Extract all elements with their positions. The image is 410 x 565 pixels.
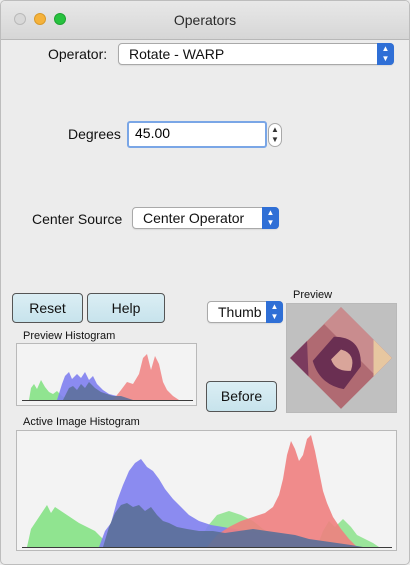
stepper-up-icon[interactable]: ▲	[271, 125, 279, 134]
active-image-histogram	[16, 430, 397, 551]
center-source-select[interactable]: Center Operator ▲ ▼	[132, 207, 279, 229]
center-source-select-value: Center Operator	[143, 210, 245, 226]
degrees-input[interactable]: 45.00	[127, 121, 267, 148]
before-button[interactable]: Before	[206, 381, 277, 412]
preview-histogram-chart	[22, 354, 193, 401]
window-title: Operators	[173, 12, 237, 28]
degrees-label: Degrees	[68, 126, 121, 142]
chevron-updown-icon: ▲ ▼	[377, 43, 394, 65]
stepper-down-icon[interactable]: ▼	[271, 135, 279, 144]
chevron-updown-icon: ▲ ▼	[262, 207, 279, 229]
preview-image	[287, 304, 396, 412]
active-histogram-label: Active Image Histogram	[23, 416, 140, 428]
operators-window: Operators Operator: Rotate - WARP ▲ ▼ Deg…	[0, 0, 410, 565]
operator-select-value: Rotate - WARP	[129, 46, 225, 62]
operator-select[interactable]: Rotate - WARP ▲ ▼	[118, 43, 394, 65]
preview-histogram-label: Preview Histogram	[23, 330, 116, 342]
help-button[interactable]: Help	[87, 293, 165, 323]
preview-image-frame	[286, 303, 397, 413]
chevron-updown-icon: ▲ ▼	[266, 301, 283, 323]
preview-label: Preview	[293, 289, 333, 301]
reset-button[interactable]: Reset	[12, 293, 83, 323]
degrees-stepper[interactable]: ▲ ▼	[268, 123, 282, 147]
title-bar[interactable]: Operators	[1, 1, 409, 40]
operator-label: Operator:	[48, 46, 108, 62]
thumb-select[interactable]: Thumb ▲ ▼	[207, 301, 283, 323]
thumb-select-value: Thumb	[218, 304, 262, 320]
preview-histogram	[16, 343, 197, 406]
active-histogram-chart	[22, 435, 392, 548]
center-source-label: Center Source	[32, 211, 123, 227]
